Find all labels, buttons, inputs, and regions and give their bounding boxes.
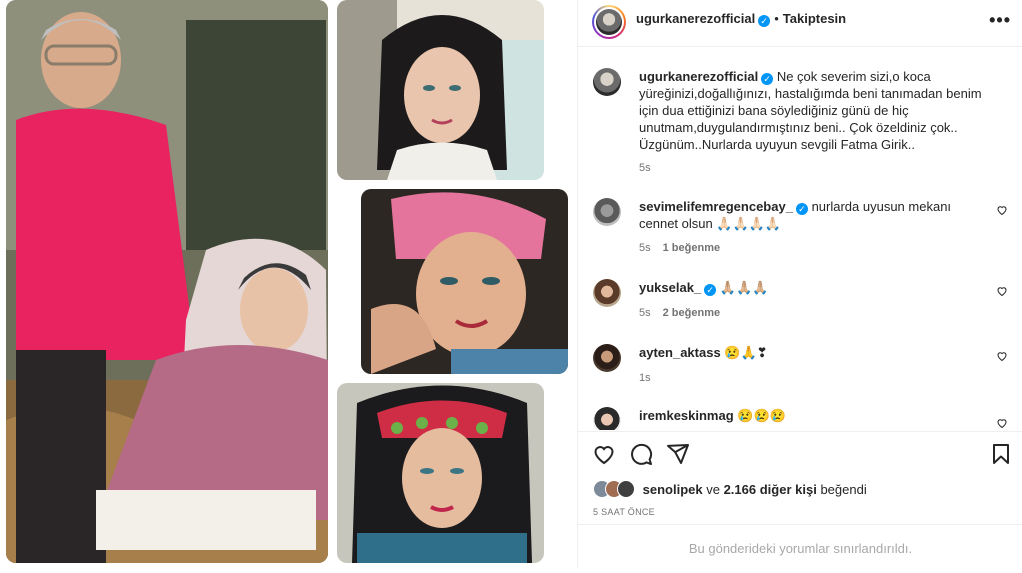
verified-badge-icon: ✓	[704, 284, 717, 296]
liker-avatar	[617, 480, 635, 498]
author-avatar[interactable]	[592, 5, 626, 39]
comment-avatar[interactable]	[593, 198, 621, 226]
follow-status[interactable]: Takiptesin	[783, 11, 846, 26]
verified-badge-icon: ✓	[761, 73, 774, 85]
post-media[interactable]	[0, 0, 577, 568]
share-icon[interactable]	[666, 442, 690, 466]
liker-username[interactable]: senolipek	[643, 482, 703, 497]
comment-username[interactable]: sevimelifemregencebay_	[639, 199, 793, 214]
comment-username[interactable]: yukselak_	[639, 280, 701, 295]
comment-avatar[interactable]	[593, 344, 621, 372]
post-actions	[578, 431, 1022, 472]
likes-connector: ve	[706, 482, 720, 497]
post-timestamp[interactable]: 5 SAAT ÖNCE	[593, 507, 655, 517]
comment-username[interactable]: ayten_aktass	[639, 345, 721, 360]
comment-avatar[interactable]	[593, 279, 621, 307]
collage-photo-2	[361, 189, 568, 374]
comment-username[interactable]: iremkeskinmag	[639, 408, 734, 423]
caption-username[interactable]: ugurkanerezofficial	[639, 69, 758, 84]
comment-avatar[interactable]	[593, 407, 621, 430]
comment-time: 1s	[639, 372, 651, 384]
author-username[interactable]: ugurkanerezofficial	[636, 11, 755, 26]
collage-photo-3	[337, 383, 544, 563]
likes-suffix: beğendi	[820, 482, 867, 497]
comment-text: 😢😢😢	[737, 408, 786, 423]
comments-restricted-notice: Bu gönderideki yorumlar sınırlandırıldı.	[578, 524, 1022, 569]
post-header: ugurkanerezofficial ✓ • Takiptesin •••	[578, 0, 1022, 47]
likes-count[interactable]: 2.166 diğer kişi	[724, 482, 817, 497]
bookmark-icon[interactable]	[989, 442, 1013, 466]
collage-photo-1	[337, 0, 544, 180]
comment-time: 5s	[639, 307, 651, 319]
comment-likes[interactable]: 2 beğenme	[663, 307, 720, 319]
comment-likes[interactable]: 1 beğenme	[663, 242, 720, 254]
caption-avatar[interactable]	[593, 68, 621, 96]
comment-time: 5s	[639, 242, 651, 254]
liker-avatars	[593, 480, 635, 498]
comment-text: 🙏🏼🙏🏼🙏🏼	[719, 280, 769, 295]
heart-icon[interactable]	[996, 417, 1008, 429]
comment-icon[interactable]	[629, 442, 653, 466]
verified-badge-icon: ✓	[758, 15, 771, 27]
separator-dot: •	[774, 11, 779, 26]
post-sidebar: ugurkanerezofficial ✓ • Takiptesin ••• ugur…	[577, 0, 1022, 568]
heart-icon[interactable]	[996, 285, 1008, 297]
comments-list[interactable]: ugurkanerezofficial ✓ Ne çok severim sizi…	[578, 47, 1022, 430]
more-options-icon[interactable]: •••	[989, 10, 1011, 31]
heart-icon[interactable]	[996, 350, 1008, 362]
likes-summary[interactable]: senolipek ve 2.166 diğer kişi beğendi	[593, 480, 867, 498]
collage-photo-main	[6, 0, 328, 563]
heart-icon[interactable]	[996, 204, 1008, 216]
comment-text: 😢🙏❣	[724, 345, 768, 360]
verified-badge-icon: ✓	[795, 203, 808, 215]
caption-time: 5s	[639, 162, 651, 174]
heart-icon[interactable]	[592, 442, 616, 466]
